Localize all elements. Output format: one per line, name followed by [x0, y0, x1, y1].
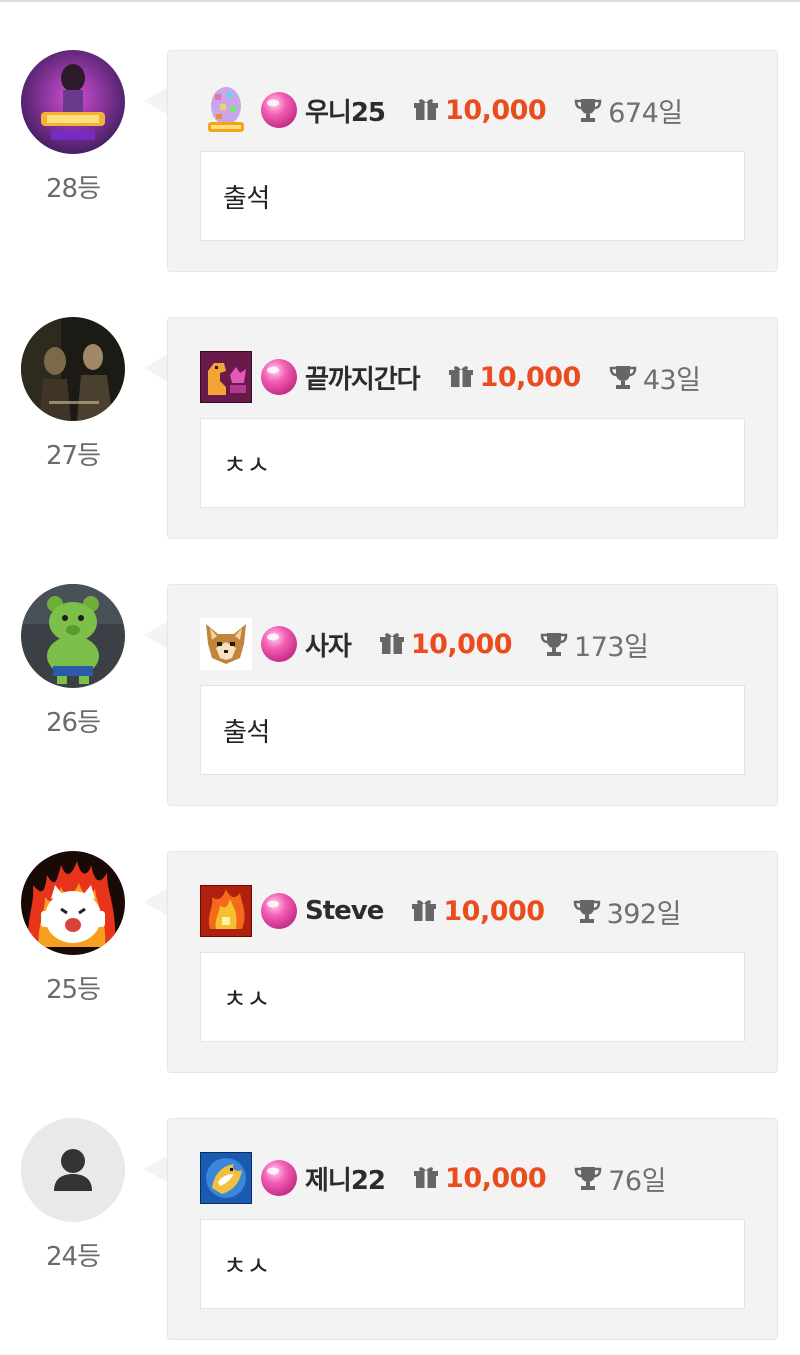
user-avatar[interactable] [21, 317, 125, 421]
gift-icon [448, 366, 473, 387]
movie-scene-avatar-image [21, 317, 125, 421]
trophy-icon [540, 633, 568, 656]
ranking-entry: 24등 제니22 10,000 76일 ㅊㅅ [0, 1118, 800, 1344]
card-pointer [144, 621, 168, 649]
comment-card: 끝까지간다 10,000 43일 ㅊㅅ [167, 317, 778, 539]
attendance-days: 173일 [574, 631, 649, 663]
pink-gem-icon [261, 92, 297, 128]
comment-message: 출석 [200, 151, 745, 241]
trophy-icon [573, 900, 600, 923]
green-bear-avatar-image [21, 584, 125, 688]
game-art-avatar-image [21, 50, 125, 154]
comment-card: 사자 10,000 173일 출석 [167, 584, 778, 806]
user-nickname[interactable]: 끝까지간다 [305, 359, 421, 396]
card-pointer [144, 888, 168, 916]
user-nickname[interactable]: Steve [305, 896, 384, 926]
card-header: 제니22 10,000 76일 [200, 1152, 666, 1204]
comment-message: ㅊㅅ [200, 1219, 745, 1309]
comment-card: 제니22 10,000 76일 ㅊㅅ [167, 1118, 778, 1340]
trophy-icon [574, 1167, 602, 1190]
comment-message: ㅊㅅ [200, 952, 745, 1042]
pixel-egg-badge-icon [208, 87, 244, 132]
comment-card: Steve 10,000 392일 ㅊㅅ [167, 851, 778, 1073]
user-avatar[interactable] [21, 50, 125, 154]
rank-label: 24등 [45, 1242, 101, 1272]
user-nickname[interactable]: 우니25 [305, 92, 386, 129]
rank-label: 27등 [45, 441, 101, 471]
comment-message: 출석 [200, 685, 745, 775]
user-nickname[interactable]: 제니22 [305, 1160, 386, 1197]
pixel-fox-badge-icon [200, 618, 252, 670]
user-avatar[interactable] [21, 584, 125, 688]
card-header: 사자 10,000 173일 [200, 618, 649, 670]
point-amount: 10,000 [443, 895, 545, 927]
comment-message: ㅊㅅ [200, 418, 745, 508]
point-amount: 10,000 [445, 94, 547, 126]
card-pointer [144, 87, 168, 115]
pixel-dino-badge-icon [200, 351, 252, 403]
point-amount: 10,000 [445, 1162, 547, 1194]
comment-card: 우니25 10,000 674일 출석 [167, 50, 778, 272]
trophy-icon [574, 99, 602, 122]
attendance-days: 43일 [642, 364, 701, 396]
ranking-entry: 27등 끝까지간다 10,000 43일 ㅊㅅ [0, 317, 800, 543]
point-amount: 10,000 [410, 628, 513, 660]
attendance-days: 392일 [606, 898, 682, 930]
card-header: 끝까지간다 10,000 43일 [200, 351, 701, 403]
card-header: Steve 10,000 392일 [200, 885, 681, 937]
trophy-icon [609, 366, 637, 389]
fire-cat-avatar-image [21, 851, 125, 955]
gift-icon [414, 99, 439, 120]
ranking-entry: 26등 사자 10,000 173일 출석 [0, 584, 800, 810]
ranking-entry: 25등 Steve 10,000 392일 ㅊㅅ [0, 851, 800, 1077]
ranking-entry: 28등 우니25 10,000 674일 출석 [0, 50, 800, 276]
point-amount: 10,000 [479, 361, 582, 393]
rank-label: 26등 [45, 708, 101, 738]
top-divider [0, 0, 800, 2]
pixel-dragon-badge-icon [200, 1152, 252, 1204]
pink-gem-icon [261, 893, 297, 929]
user-avatar[interactable] [21, 851, 125, 955]
pink-gem-icon [261, 359, 297, 395]
rank-label: 28등 [45, 174, 101, 204]
attendance-days: 76일 [608, 1165, 666, 1197]
gift-icon [379, 633, 404, 654]
card-pointer [144, 1155, 168, 1183]
user-avatar[interactable] [21, 1118, 125, 1222]
rank-label: 25등 [45, 975, 101, 1005]
default-user-avatar-image [21, 1118, 125, 1222]
card-pointer [144, 354, 168, 382]
pink-gem-icon [261, 626, 297, 662]
gift-icon [412, 900, 437, 921]
pink-gem-icon [261, 1160, 297, 1196]
card-header: 우니25 10,000 674일 [200, 84, 683, 136]
attendance-days: 674일 [608, 97, 683, 129]
pixel-flame-badge-icon [200, 885, 252, 937]
gift-icon [414, 1167, 439, 1188]
user-nickname[interactable]: 사자 [305, 626, 352, 663]
